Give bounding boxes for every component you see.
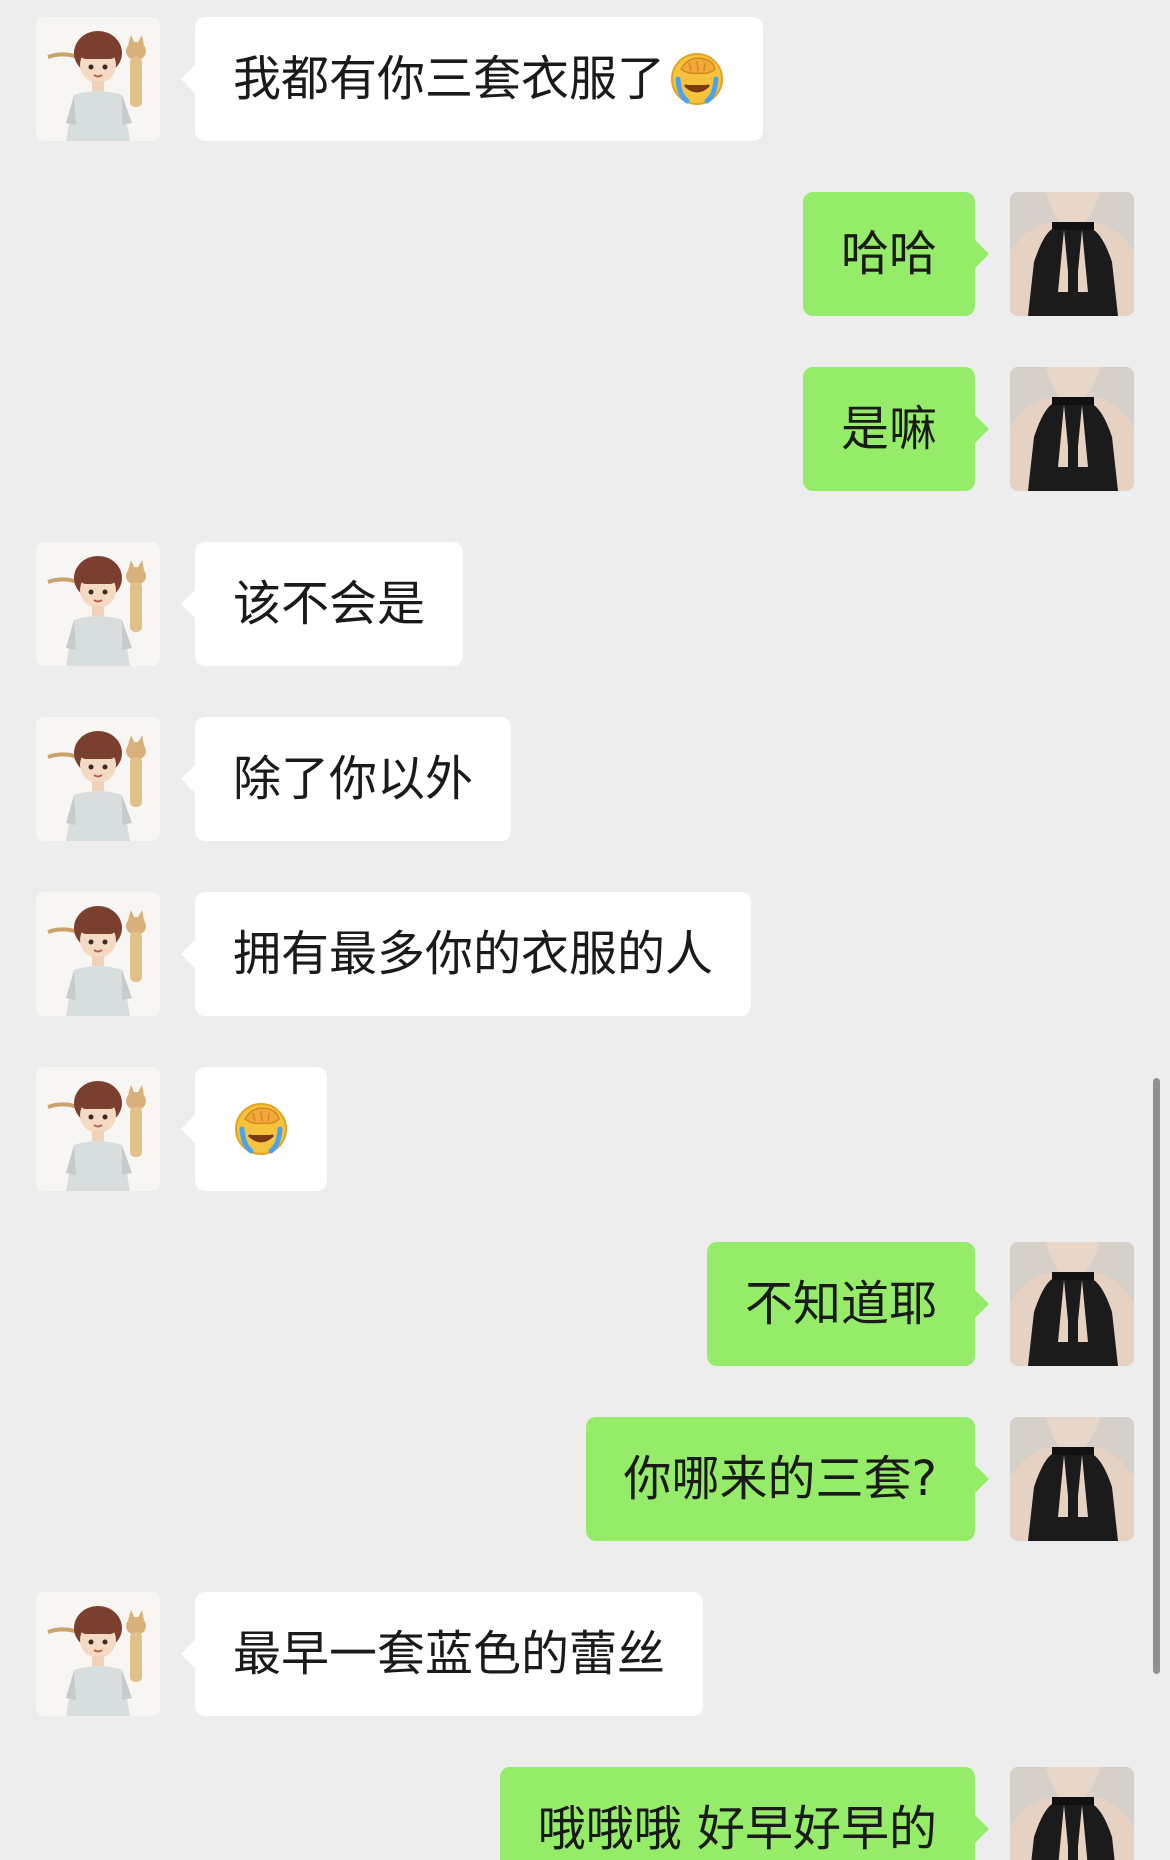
facepalm-crying-emoji-icon <box>669 51 725 107</box>
message-bubble[interactable]: 最早一套蓝色的蕾丝 <box>180 1592 704 1716</box>
incoming-message-row: 我都有你三套衣服了 <box>0 17 1170 141</box>
contact-avatar[interactable] <box>36 542 160 666</box>
facepalm-crying-emoji-icon <box>233 1101 289 1157</box>
chat-area[interactable]: 我都有你三套衣服了 哈哈 是嘛 该不会是 除了你以外 拥有最多你的衣服的人 不知… <box>0 0 1170 1860</box>
message-text: 最早一套蓝色的蕾丝 <box>233 1626 666 1682</box>
incoming-message-row: 拥有最多你的衣服的人 <box>0 892 1170 1016</box>
message-text: 哈哈 <box>840 226 937 282</box>
message-text: 哦哦哦 好早好早的 <box>537 1801 937 1857</box>
my-avatar[interactable] <box>1010 1767 1134 1860</box>
incoming-message-row: 最早一套蓝色的蕾丝 <box>0 1592 1170 1716</box>
my-avatar[interactable] <box>1010 1417 1134 1541</box>
my-avatar[interactable] <box>1010 192 1134 316</box>
message-bubble[interactable]: 除了你以外 <box>180 717 512 841</box>
contact-avatar[interactable] <box>36 1067 160 1191</box>
message-bubble[interactable]: 该不会是 <box>180 542 464 666</box>
contact-avatar[interactable] <box>36 17 160 141</box>
message-text: 你哪来的三套? <box>623 1451 937 1507</box>
my-avatar[interactable] <box>1010 367 1134 491</box>
message-bubble[interactable]: 你哪来的三套? <box>585 1417 990 1541</box>
message-bubble[interactable]: 我都有你三套衣服了 <box>180 17 764 141</box>
my-avatar[interactable] <box>1010 1242 1134 1366</box>
outgoing-message-row: 不知道耶 <box>0 1242 1170 1366</box>
message-text: 我都有你三套衣服了 <box>233 51 666 107</box>
incoming-message-row: 除了你以外 <box>0 717 1170 841</box>
incoming-message-row: 该不会是 <box>0 542 1170 666</box>
message-text: 除了你以外 <box>233 751 474 807</box>
outgoing-message-row: 哦哦哦 好早好早的 <box>0 1767 1170 1860</box>
outgoing-message-row: 你哪来的三套? <box>0 1417 1170 1541</box>
message-text: 是嘛 <box>840 401 937 457</box>
message-text: 拥有最多你的衣服的人 <box>233 926 714 982</box>
message-bubble[interactable]: 哦哦哦 好早好早的 <box>499 1767 990 1860</box>
message-bubble[interactable]: 拥有最多你的衣服的人 <box>180 892 752 1016</box>
message-bubble[interactable]: 哈哈 <box>802 192 990 316</box>
message-bubble[interactable] <box>181 1067 327 1191</box>
contact-avatar[interactable] <box>36 892 160 1016</box>
message-text: 该不会是 <box>233 576 426 632</box>
contact-avatar[interactable] <box>36 717 160 841</box>
outgoing-message-row: 哈哈 <box>0 192 1170 316</box>
message-bubble[interactable]: 不知道耶 <box>706 1242 990 1366</box>
incoming-message-row <box>0 1067 1170 1191</box>
outgoing-message-row: 是嘛 <box>0 367 1170 491</box>
contact-avatar[interactable] <box>36 1592 160 1716</box>
message-bubble[interactable]: 是嘛 <box>802 367 990 491</box>
message-text: 不知道耶 <box>744 1276 937 1332</box>
